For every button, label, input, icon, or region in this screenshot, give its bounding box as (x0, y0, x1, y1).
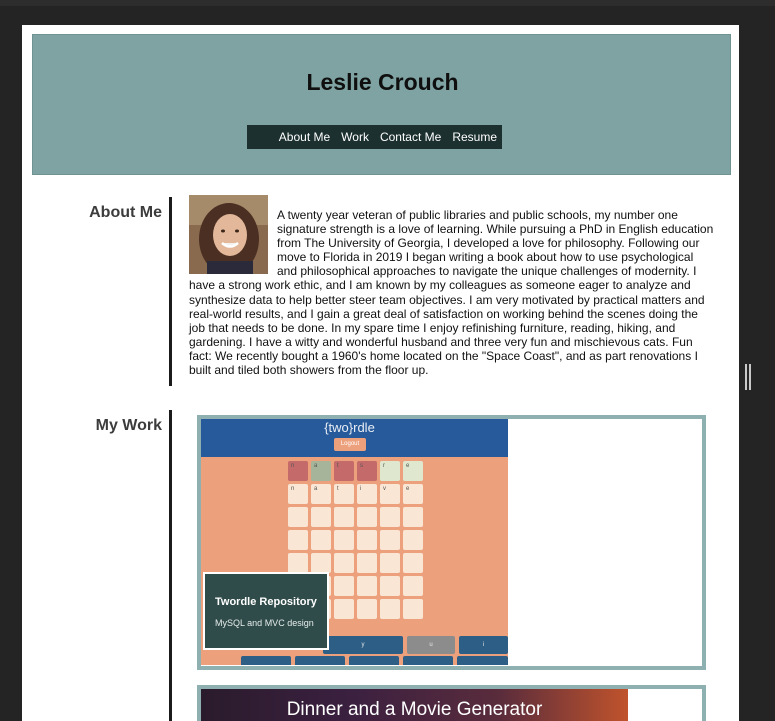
letter-cell (403, 576, 423, 596)
key-blank-5 (457, 656, 508, 665)
letter-cell: t (334, 461, 354, 481)
project-card-dinner-movie[interactable]: Dinner and a Movie Generator (197, 685, 706, 721)
letter-cell-text: a (314, 486, 318, 492)
letter-cell (403, 599, 423, 619)
letter-cell (334, 530, 354, 550)
letter-cell (380, 530, 400, 550)
key-blank-2 (295, 656, 345, 665)
key-i: i (459, 636, 508, 654)
about-divider (169, 197, 172, 386)
letter-cell (403, 530, 423, 550)
project-caption-subtitle: MySQL and MVC design (215, 618, 314, 628)
letter-cell (403, 507, 423, 527)
letter-cell-text: e (406, 463, 410, 469)
letter-cell (311, 530, 331, 550)
letter-cell: e (403, 461, 423, 481)
letter-cell: i (357, 484, 377, 504)
key-u: u (407, 636, 455, 654)
letter-cell (288, 530, 308, 550)
project-card-twordle[interactable]: {two}rdle Logout n a t s r e n a t i v e y u i Twor… (197, 415, 706, 670)
key-blank-1 (241, 656, 291, 665)
letter-cell-text: i (360, 486, 362, 492)
project-caption-title[interactable]: Twordle Repository (215, 596, 327, 608)
twordle-keyboard-row-2 (201, 656, 508, 665)
letter-cell (288, 553, 308, 573)
letter-cell-text: s (360, 463, 363, 469)
letter-cell: t (334, 484, 354, 504)
letter-cell-text: e (406, 486, 410, 492)
letter-cell (380, 599, 400, 619)
letter-cell (357, 553, 377, 573)
letter-cell (334, 553, 354, 573)
letter-cell: v (380, 484, 400, 504)
letter-cell (380, 553, 400, 573)
main-nav: About Me Work Contact Me Resume (247, 125, 502, 149)
letter-cell (334, 599, 354, 619)
twordle-logo-text: {two}rdle (324, 420, 375, 435)
letter-cell (380, 576, 400, 596)
letter-cell (288, 507, 308, 527)
about-paragraph: A twenty year veteran of public librarie… (189, 208, 715, 377)
letter-cell: e (403, 484, 423, 504)
site-title: Leslie Crouch (306, 69, 459, 95)
twordle-logout-button: Logout (334, 438, 366, 451)
twordle-header: {two}rdle Logout (201, 419, 508, 457)
letter-cell-text: t (337, 486, 339, 492)
letter-cell (357, 530, 377, 550)
work-heading: My Work (95, 417, 162, 434)
letter-cell (403, 553, 423, 573)
nav-resume[interactable]: Resume (452, 130, 497, 144)
letter-cell-text: r (383, 463, 385, 469)
key-y: y (323, 636, 403, 654)
letter-cell (311, 553, 331, 573)
letter-cell: s (357, 461, 377, 481)
letter-cell (357, 507, 377, 527)
letter-cell: a (311, 484, 331, 504)
letter-cell (357, 576, 377, 596)
dinner-movie-title: Dinner and a Movie Generator (286, 699, 543, 720)
key-blank-3 (349, 656, 399, 665)
work-divider (169, 410, 172, 721)
letter-cell: a (311, 461, 331, 481)
portfolio-page: Leslie Crouch About Me Work Contact Me R… (22, 25, 739, 721)
letter-cell: n (288, 484, 308, 504)
letter-cell-text: v (383, 486, 386, 492)
letter-cell-text: n (291, 486, 295, 492)
letter-cell-text: a (314, 463, 318, 469)
browser-top-strip (0, 0, 775, 6)
letter-cell (380, 507, 400, 527)
letter-cell-text: t (337, 463, 339, 469)
nav-about-me[interactable]: About Me (279, 130, 330, 144)
key-blank-4 (403, 656, 453, 665)
about-heading: About Me (89, 204, 162, 221)
letter-cell (334, 576, 354, 596)
nav-contact-me[interactable]: Contact Me (380, 130, 441, 144)
letter-cell (311, 507, 331, 527)
letter-cell (334, 507, 354, 527)
dinner-movie-screenshot: Dinner and a Movie Generator (201, 689, 628, 721)
nav-work[interactable]: Work (341, 130, 369, 144)
letter-cell (357, 599, 377, 619)
site-header: Leslie Crouch About Me Work Contact Me R… (32, 34, 731, 175)
letter-cell: n (288, 461, 308, 481)
letter-cell: r (380, 461, 400, 481)
project-caption[interactable]: Twordle Repository MySQL and MVC design (203, 572, 329, 650)
letter-cell-text: n (291, 463, 295, 469)
window-resize-grip[interactable] (745, 364, 751, 390)
